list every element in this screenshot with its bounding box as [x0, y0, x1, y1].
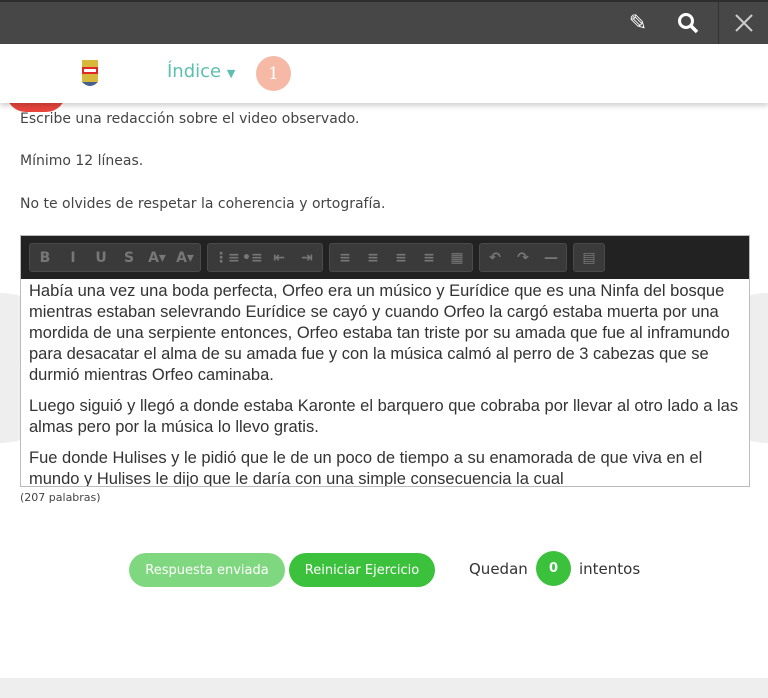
- index-menu[interactable]: Índice ▼: [167, 61, 235, 82]
- toolbar-button[interactable]: ▤: [580, 250, 598, 266]
- school-logo: [82, 60, 98, 86]
- header: Índice ▼ 1: [0, 44, 768, 103]
- instruction-2: Mínimo 12 líneas.: [20, 153, 144, 169]
- toolbar-button[interactable]: ⇤: [270, 250, 288, 266]
- toolbar-group: ≡ ≡ ≡ ≡ ▦: [329, 243, 473, 272]
- caret-down-icon: ▼: [226, 67, 236, 80]
- restart-button[interactable]: Reiniciar Ejercicio: [289, 553, 435, 587]
- toolbar-button[interactable]: ↷: [514, 250, 532, 266]
- toolbar-group: ▤: [573, 243, 605, 272]
- toolbar-button[interactable]: ↶: [486, 250, 504, 266]
- toolbar-button[interactable]: I: [64, 250, 82, 266]
- toolbar-button[interactable]: ≡: [392, 250, 410, 266]
- instruction-3: No te olvides de respetar la coherencia …: [20, 196, 386, 212]
- toolbar-button[interactable]: ▦: [448, 250, 466, 266]
- toolbar-group: ⋮≡ •≡ ⇤ ⇥: [207, 243, 323, 272]
- toolbar-button[interactable]: S: [120, 250, 138, 266]
- bottom-bar: [0, 678, 768, 698]
- remaining-count: 0: [536, 551, 571, 586]
- remaining-prefix: Quedan: [469, 560, 528, 578]
- editor-toolbar: B I U S A▾ A▾ ⋮≡ •≡ ⇤ ⇥ ≡ ≡ ≡ ≡ ▦ ↶ ↷ — ▤: [21, 236, 749, 279]
- toolbar-button[interactable]: B: [36, 250, 54, 266]
- toolbar-button[interactable]: ⇥: [298, 250, 316, 266]
- paragraph: Luego siguió y llegó a donde estaba Karo…: [29, 397, 739, 436]
- pencil-icon[interactable]: ✎: [614, 2, 662, 44]
- toolbar-button[interactable]: ⋮≡: [214, 250, 240, 266]
- paragraph: Había una vez una boda perfecta, Orfeo e…: [29, 282, 730, 384]
- editor-content[interactable]: Había una vez una boda perfecta, Orfeo e…: [21, 279, 749, 486]
- toolbar-button[interactable]: A▾: [148, 250, 166, 266]
- index-label: Índice: [167, 61, 222, 82]
- toolbar-button[interactable]: ≡: [364, 250, 382, 266]
- toolbar-button[interactable]: •≡: [242, 250, 263, 266]
- toolbar-button[interactable]: ≡: [420, 250, 438, 266]
- sent-button[interactable]: Respuesta enviada: [129, 553, 285, 587]
- instruction-1: Escribe una redacción sobre el video obs…: [20, 111, 360, 127]
- toolbar-button[interactable]: ≡: [336, 250, 354, 266]
- rich-text-editor[interactable]: B I U S A▾ A▾ ⋮≡ •≡ ⇤ ⇥ ≡ ≡ ≡ ≡ ▦ ↶ ↷ — ▤ Había una vez un…: [20, 235, 750, 487]
- paragraph: Fue donde Hulises y le pidió que le de u…: [29, 449, 703, 486]
- search-icon[interactable]: [664, 2, 712, 44]
- word-count: (207 palabras): [20, 491, 101, 504]
- top-bar: ✎: [0, 0, 768, 44]
- toolbar-button[interactable]: —: [542, 250, 560, 266]
- close-icon[interactable]: [718, 2, 768, 44]
- toolbar-group: ↶ ↷ —: [479, 243, 567, 272]
- remaining-suffix: intentos: [579, 560, 641, 578]
- toolbar-button[interactable]: U: [92, 250, 110, 266]
- toolbar-group: B I U S A▾ A▾: [29, 243, 201, 272]
- page-badge[interactable]: 1: [256, 56, 291, 91]
- toolbar-button[interactable]: A▾: [176, 250, 194, 266]
